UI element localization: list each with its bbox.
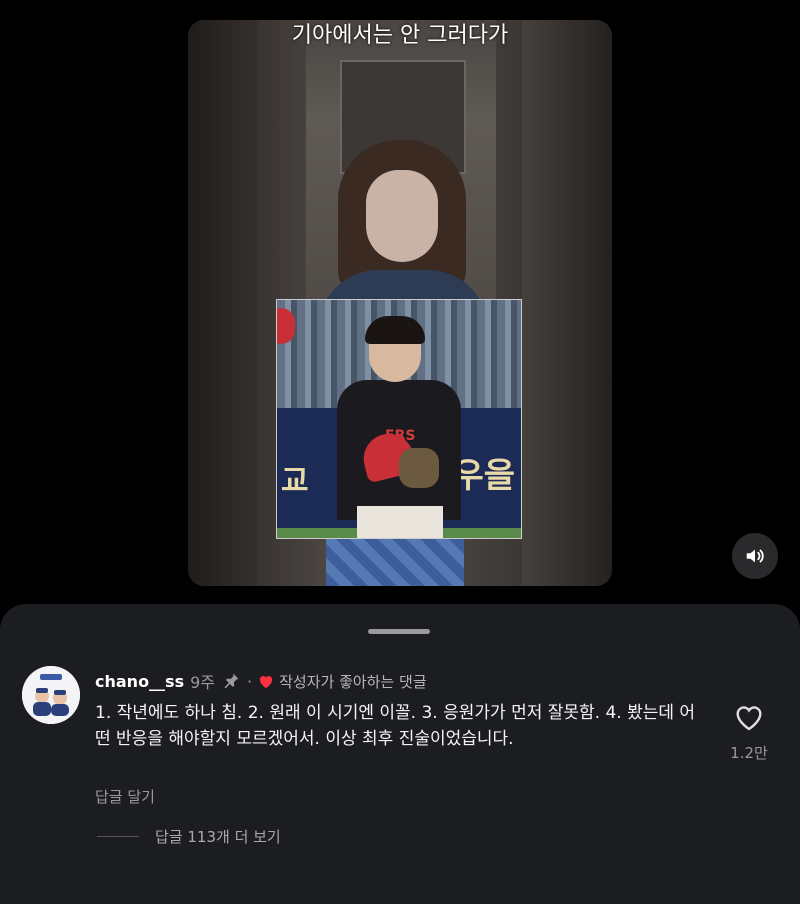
- comment-body: 1. 작년에도 하나 침. 2. 원래 이 시기엔 이꼴. 3. 응원가가 먼저…: [95, 703, 696, 749]
- inset-banner-left-text: 교: [281, 464, 309, 499]
- speaker-volume-icon: [746, 549, 764, 563]
- video-background-wall: [188, 20, 258, 586]
- video-player[interactable]: 기아에서는 안 그러다가 교 우을 ERS: [188, 20, 612, 586]
- author-liked-label: 작성자가 좋아하는 댓글: [279, 672, 427, 691]
- player-pants: [357, 506, 443, 538]
- inset-photo: 교 우을 ERS: [276, 299, 522, 539]
- pin-icon: [221, 671, 241, 691]
- comments-sheet: chano__ss 9주 · 작성자가 좋아하는 댓글 1. 작년에도 하나 침…: [0, 604, 800, 904]
- comment-username[interactable]: chano__ss: [95, 672, 184, 691]
- video-person-face: [366, 170, 438, 262]
- player-glove: [399, 448, 439, 488]
- comment-header: chano__ss 9주 · 작성자가 좋아하는 댓글: [95, 670, 427, 693]
- replies-divider: [97, 836, 139, 837]
- heart-outline-icon: [736, 706, 762, 731]
- avatar-illustration: [22, 666, 80, 724]
- heart-filled-icon: [258, 674, 274, 689]
- like-count: 1.2만: [730, 744, 768, 762]
- view-more-replies-button[interactable]: 답글 113개 더 보기: [155, 826, 281, 847]
- sheet-drag-handle[interactable]: [368, 629, 430, 634]
- video-person-skirt: [326, 534, 464, 586]
- video-caption: 기아에서는 안 그러다가: [291, 23, 509, 48]
- inset-banner-right-text: 우을: [452, 456, 515, 496]
- video-background-wall: [522, 20, 612, 586]
- comment-time: 9주: [190, 673, 216, 692]
- like-button[interactable]: [733, 702, 765, 732]
- reply-button[interactable]: 답글 달기: [95, 786, 155, 807]
- sound-toggle-button[interactable]: [732, 533, 778, 579]
- player-hair: [365, 316, 425, 344]
- separator-dot: ·: [247, 671, 253, 691]
- avatar[interactable]: [22, 666, 80, 724]
